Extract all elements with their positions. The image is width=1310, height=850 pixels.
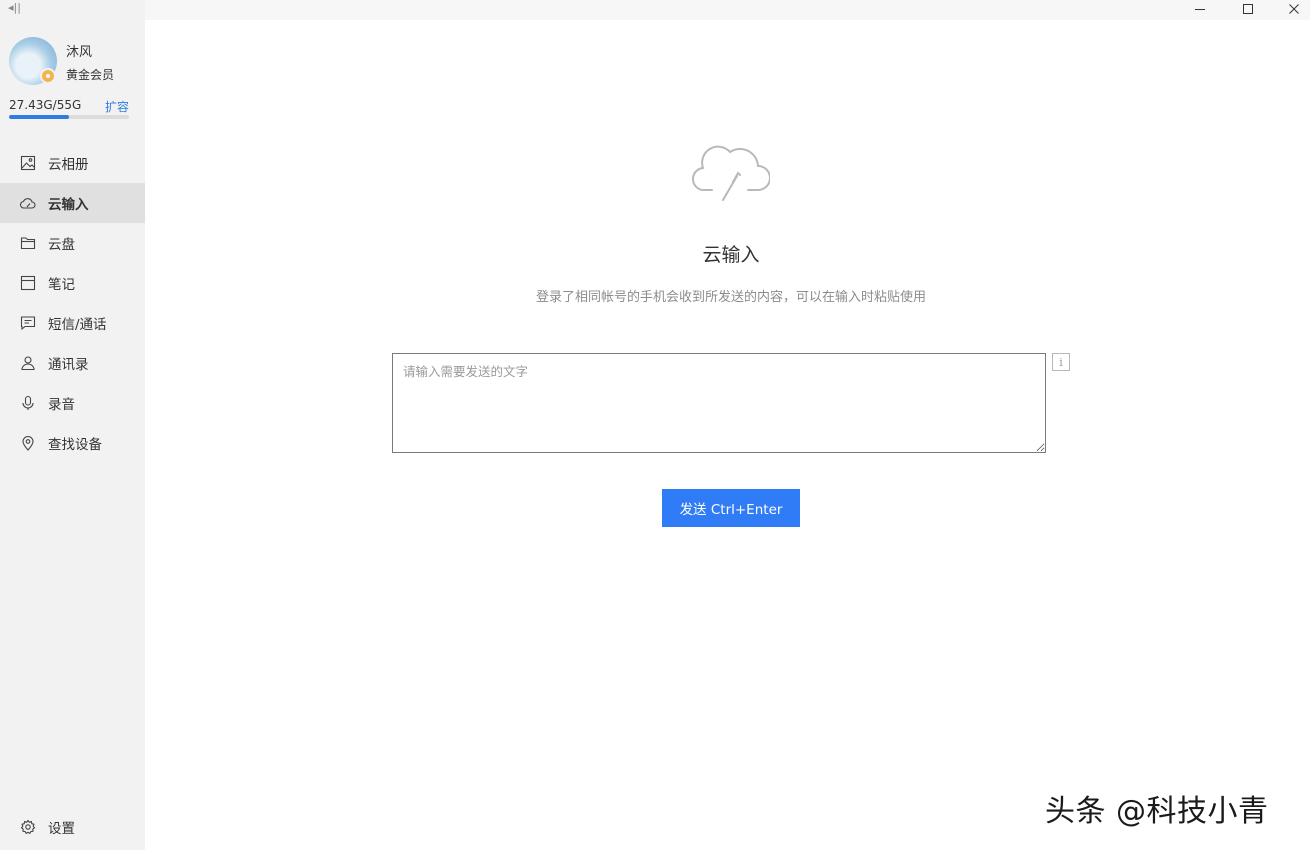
send-button[interactable]: 发送 Ctrl+Enter: [662, 489, 800, 527]
page-description: 登录了相同帐号的手机会收到所发送的内容，可以在输入时粘贴使用: [535, 290, 926, 305]
sidebar-item-cloud-album[interactable]: 云相册: [0, 143, 145, 183]
title-bar: [145, 0, 1310, 20]
page-title: 云输入: [702, 244, 760, 266]
settings-label: 设置: [48, 821, 75, 837]
settings-button[interactable]: 设置: [20, 817, 75, 837]
sidebar-item-label: 查找设备: [48, 437, 102, 453]
sidebar-item-label: 云输入: [48, 197, 89, 213]
minimize-icon: [1195, 9, 1205, 10]
info-icon[interactable]: i: [1052, 353, 1070, 371]
sidebar-item-label: 通讯录: [48, 357, 89, 373]
gear-icon: [20, 819, 36, 835]
close-button[interactable]: [1279, 0, 1309, 18]
watermark-text: 头条 @科技小青: [1045, 794, 1269, 829]
contact-icon: [20, 355, 36, 371]
image-icon: [20, 155, 36, 171]
location-pin-icon: [20, 435, 36, 451]
user-name: 沐风: [66, 45, 93, 60]
membership-level: 黄金会员: [66, 68, 115, 82]
sidebar-item-recording[interactable]: 录音: [0, 383, 145, 423]
sidebar-item-sms-calls[interactable]: 短信/通话: [0, 303, 145, 343]
message-icon: [20, 315, 36, 331]
sidebar-item-label: 录音: [48, 397, 75, 413]
maximize-button[interactable]: [1233, 0, 1263, 18]
maximize-icon: [1243, 4, 1253, 14]
expand-storage-link[interactable]: 扩容: [105, 98, 129, 115]
cloud-pen-icon: [692, 145, 770, 201]
sidebar-item-contacts[interactable]: 通讯录: [0, 343, 145, 383]
close-icon: [1289, 4, 1299, 14]
sidebar-item-cloud-input[interactable]: 云输入: [0, 183, 145, 223]
vip-badge-icon: [40, 68, 56, 84]
minimize-button[interactable]: [1185, 0, 1215, 18]
sidebar-item-label: 云相册: [48, 157, 89, 173]
cloud-input-icon: [20, 195, 36, 211]
sidebar-item-label: 短信/通话: [48, 317, 107, 333]
storage-progress-fill: [9, 115, 69, 119]
message-input[interactable]: [392, 353, 1046, 453]
microphone-icon: [20, 395, 36, 411]
storage-usage-text: 27.43G/55G: [9, 98, 82, 112]
collapse-sidebar-icon[interactable]: ◂||: [8, 0, 21, 16]
sidebar-item-find-device[interactable]: 查找设备: [0, 423, 145, 463]
storage-progress-bar: [9, 115, 129, 119]
sidebar: ◂|| 沐风 黄金会员 27.43G/55G 扩容 云相册 云输入 云盘 笔记 …: [0, 0, 145, 850]
